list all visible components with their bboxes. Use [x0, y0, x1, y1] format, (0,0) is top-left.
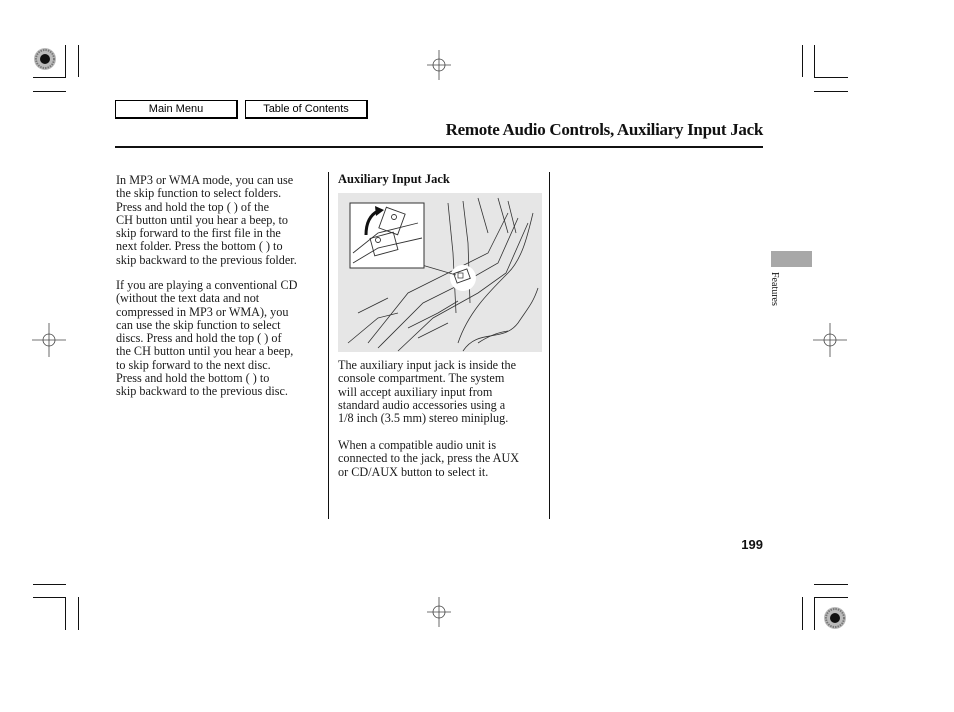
- section-heading: Auxiliary Input Jack: [338, 172, 450, 186]
- crosshair-icon: [813, 323, 847, 357]
- page-number: 199: [741, 537, 763, 552]
- crosshair-icon: [427, 50, 451, 80]
- main-menu-button[interactable]: Main Menu: [115, 100, 238, 119]
- left-paragraph-discs: If you are playing a conventional CD (wi…: [116, 278, 298, 399]
- table-of-contents-button[interactable]: Table of Contents: [245, 100, 368, 119]
- console-drawing: [347, 197, 539, 352]
- aux-jack-illustration: [338, 193, 542, 352]
- middle-paragraph-instructions: When a compatible audio unit is connecte…: [338, 438, 520, 479]
- middle-paragraph-description: The auxiliary input jack is inside the c…: [338, 358, 517, 426]
- column-divider: [549, 172, 551, 519]
- section-tab-marker: [771, 251, 812, 267]
- title-divider: [115, 146, 763, 148]
- page-title: Remote Audio Controls, Auxiliary Input J…: [445, 120, 764, 139]
- crosshair-icon: [32, 323, 66, 357]
- registration-target-icon: [34, 48, 56, 70]
- section-tab-label: Features: [769, 272, 780, 306]
- column-divider: [328, 172, 330, 519]
- left-paragraph-folders: In MP3 or WMA mode, you can use the skip…: [116, 173, 297, 267]
- crosshair-icon: [427, 597, 451, 627]
- registration-target-icon: [824, 607, 846, 629]
